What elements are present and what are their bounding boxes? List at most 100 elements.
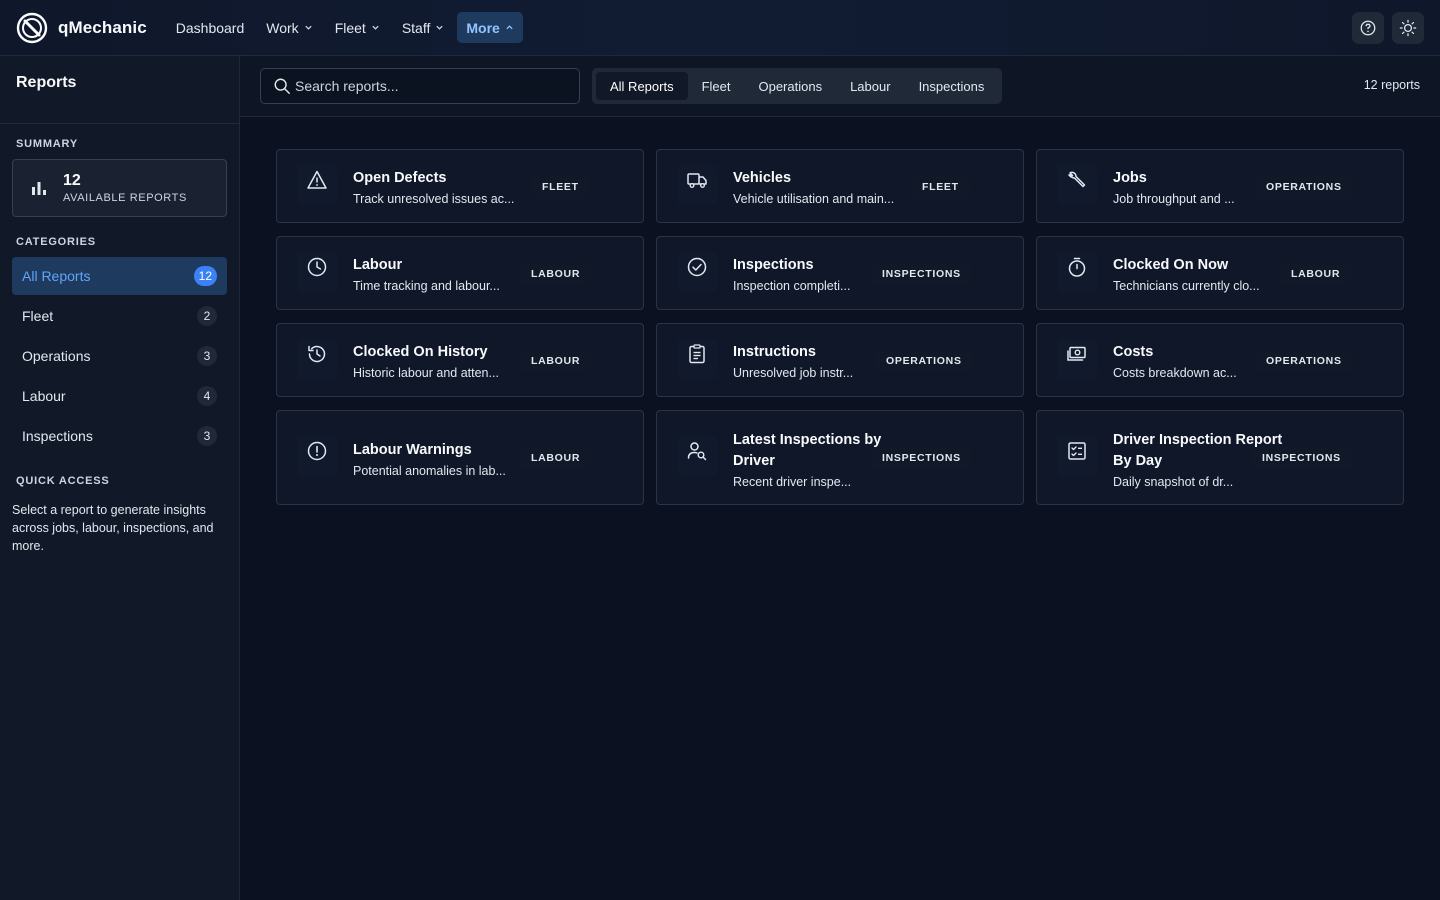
- category-badge: OPERATIONS: [1255, 176, 1353, 198]
- tab-operations[interactable]: Operations: [744, 72, 836, 100]
- tab-fleet[interactable]: Fleet: [688, 72, 745, 100]
- report-card-jobs[interactable]: Jobs Job throughput and ... OPERATIONS: [1036, 149, 1404, 223]
- report-count: 12 reports: [1363, 78, 1420, 92]
- nav-dashboard[interactable]: Dashboard: [167, 12, 254, 43]
- category-inspections[interactable]: Inspections 3: [12, 417, 227, 455]
- tab-all-reports[interactable]: All Reports: [596, 72, 688, 100]
- report-card-labour[interactable]: Labour Time tracking and labour... LABOU…: [276, 236, 644, 310]
- history-icon: [308, 345, 326, 363]
- category-badge: LABOUR: [1280, 263, 1352, 285]
- card-title: Vehicles: [733, 170, 792, 186]
- category-fleet[interactable]: Fleet 2: [12, 297, 227, 335]
- chevron-up-icon: [506, 25, 513, 30]
- card-title: Clocked On Now: [1113, 257, 1229, 273]
- category-badge: INSPECTIONS: [871, 263, 972, 285]
- tab-labour[interactable]: Labour: [836, 72, 904, 100]
- card-description: Vehicle utilisation and main...: [733, 192, 895, 206]
- category-badge: LABOUR: [520, 263, 592, 285]
- tab-inspections[interactable]: Inspections: [905, 72, 999, 100]
- card-description: Recent driver inspe...: [733, 475, 852, 489]
- clipboard-icon: [689, 344, 705, 364]
- category-label: Fleet: [22, 308, 54, 324]
- report-card-clocked-on-now[interactable]: Clocked On Now Technicians currently clo…: [1036, 236, 1404, 310]
- check-circle-icon: [687, 257, 707, 277]
- nav-staff[interactable]: Staff: [393, 12, 454, 43]
- filter-tabs: All Reports Fleet Operations Labour Insp…: [592, 68, 1003, 104]
- categories-section-label: CATEGORIES: [16, 236, 96, 248]
- card-icon-box: [1057, 339, 1097, 379]
- category-operations[interactable]: Operations 3: [12, 337, 227, 375]
- report-card-latest-inspections-by-driver[interactable]: Latest Inspections by Driver Recent driv…: [656, 410, 1024, 505]
- quick-access-text: Select a report to generate insights acr…: [12, 503, 214, 553]
- app-name: qMechanic: [58, 17, 147, 37]
- theme-toggle-button[interactable]: [1392, 12, 1424, 44]
- category-label: Inspections: [22, 428, 93, 444]
- card-icon-box: [297, 252, 337, 292]
- help-button[interactable]: [1352, 12, 1384, 44]
- category-labour[interactable]: Labour 4: [12, 377, 227, 415]
- sidebar-title: Reports: [16, 74, 77, 91]
- card-title: Open Defects: [353, 170, 447, 186]
- category-count: 4: [197, 386, 217, 406]
- checklist-icon: [1068, 442, 1086, 460]
- user-search-icon: [687, 442, 707, 461]
- chevron-down-icon: [305, 25, 312, 30]
- card-icon-box: [1057, 436, 1097, 476]
- reports-toolbar: All Reports Fleet Operations Labour Insp…: [240, 56, 1440, 117]
- summary-section-label: SUMMARY: [16, 138, 79, 150]
- category-count: 3: [197, 346, 217, 366]
- bar-chart-icon: [32, 182, 46, 195]
- category-count: 3: [197, 426, 217, 446]
- category-all-reports[interactable]: All Reports 12: [12, 257, 227, 295]
- chevron-down-icon: [372, 25, 379, 30]
- report-card-instructions[interactable]: Instructions Unresolved job instr... OPE…: [656, 323, 1024, 397]
- card-description: Historic labour and atten...: [353, 366, 499, 380]
- report-card-clocked-on-history[interactable]: Clocked On History Historic labour and a…: [276, 323, 644, 397]
- report-card-inspections[interactable]: Inspections Inspection completi... INSPE…: [656, 236, 1024, 310]
- search-icon: [274, 78, 290, 94]
- card-description: Technicians currently clo...: [1113, 279, 1260, 293]
- clock-icon: [307, 257, 327, 277]
- category-label: Operations: [22, 348, 91, 364]
- nav-work[interactable]: Work: [257, 12, 321, 43]
- report-card-labour-warnings[interactable]: Labour Warnings Potential anomalies in l…: [276, 410, 644, 505]
- nav-fleet[interactable]: Fleet: [326, 12, 389, 43]
- category-list: All Reports 12 Fleet 2 Operations 3 Labo…: [0, 257, 239, 455]
- search-box[interactable]: [260, 68, 580, 104]
- category-badge: LABOUR: [520, 447, 592, 469]
- nav-more[interactable]: More: [457, 12, 523, 43]
- category-badge: OPERATIONS: [875, 350, 973, 372]
- wrench-icon: [1067, 171, 1086, 188]
- chevron-down-icon: [436, 25, 444, 30]
- money-icon: [1067, 346, 1086, 361]
- report-card-driver-inspection-report-by-day[interactable]: Driver Inspection Report By Day Daily sn…: [1036, 410, 1404, 505]
- card-icon-box: [677, 436, 717, 476]
- nav-label: Fleet: [334, 19, 366, 36]
- report-card-open-defects[interactable]: Open Defects Track unresolved issues ac.…: [276, 149, 644, 223]
- alert-circle-icon: [307, 441, 327, 461]
- card-icon-box: [1057, 165, 1097, 205]
- app-logo-icon: [16, 12, 48, 43]
- category-count: 12: [193, 266, 217, 286]
- truck-icon: [687, 173, 707, 188]
- sidebar-header: Reports: [0, 56, 239, 124]
- category-label: All Reports: [22, 268, 91, 284]
- card-title: Labour: [353, 257, 403, 273]
- card-description: Time tracking and labour...: [353, 279, 500, 293]
- brand[interactable]: qMechanic: [16, 12, 147, 44]
- category-badge: LABOUR: [520, 350, 592, 372]
- report-card-costs[interactable]: Costs Costs breakdown ac... OPERATIONS: [1036, 323, 1404, 397]
- card-icon-box: [297, 165, 337, 205]
- card-description: Potential anomalies in lab...: [353, 464, 506, 478]
- summary-label: AVAILABLE REPORTS: [63, 192, 187, 204]
- category-label: Labour: [22, 388, 66, 404]
- search-input[interactable]: [295, 78, 575, 94]
- category-badge: OPERATIONS: [1255, 350, 1353, 372]
- card-icon-box: [297, 339, 337, 379]
- report-card-vehicles[interactable]: Vehicles Vehicle utilisation and main...…: [656, 149, 1024, 223]
- warning-triangle-icon: [307, 170, 327, 189]
- sidebar: Reports SUMMARY 12 AVAILABLE REPORTS CAT…: [0, 56, 240, 900]
- sun-icon: [1399, 19, 1417, 37]
- nav-label: More: [466, 19, 500, 36]
- card-icon-box: [1057, 252, 1097, 292]
